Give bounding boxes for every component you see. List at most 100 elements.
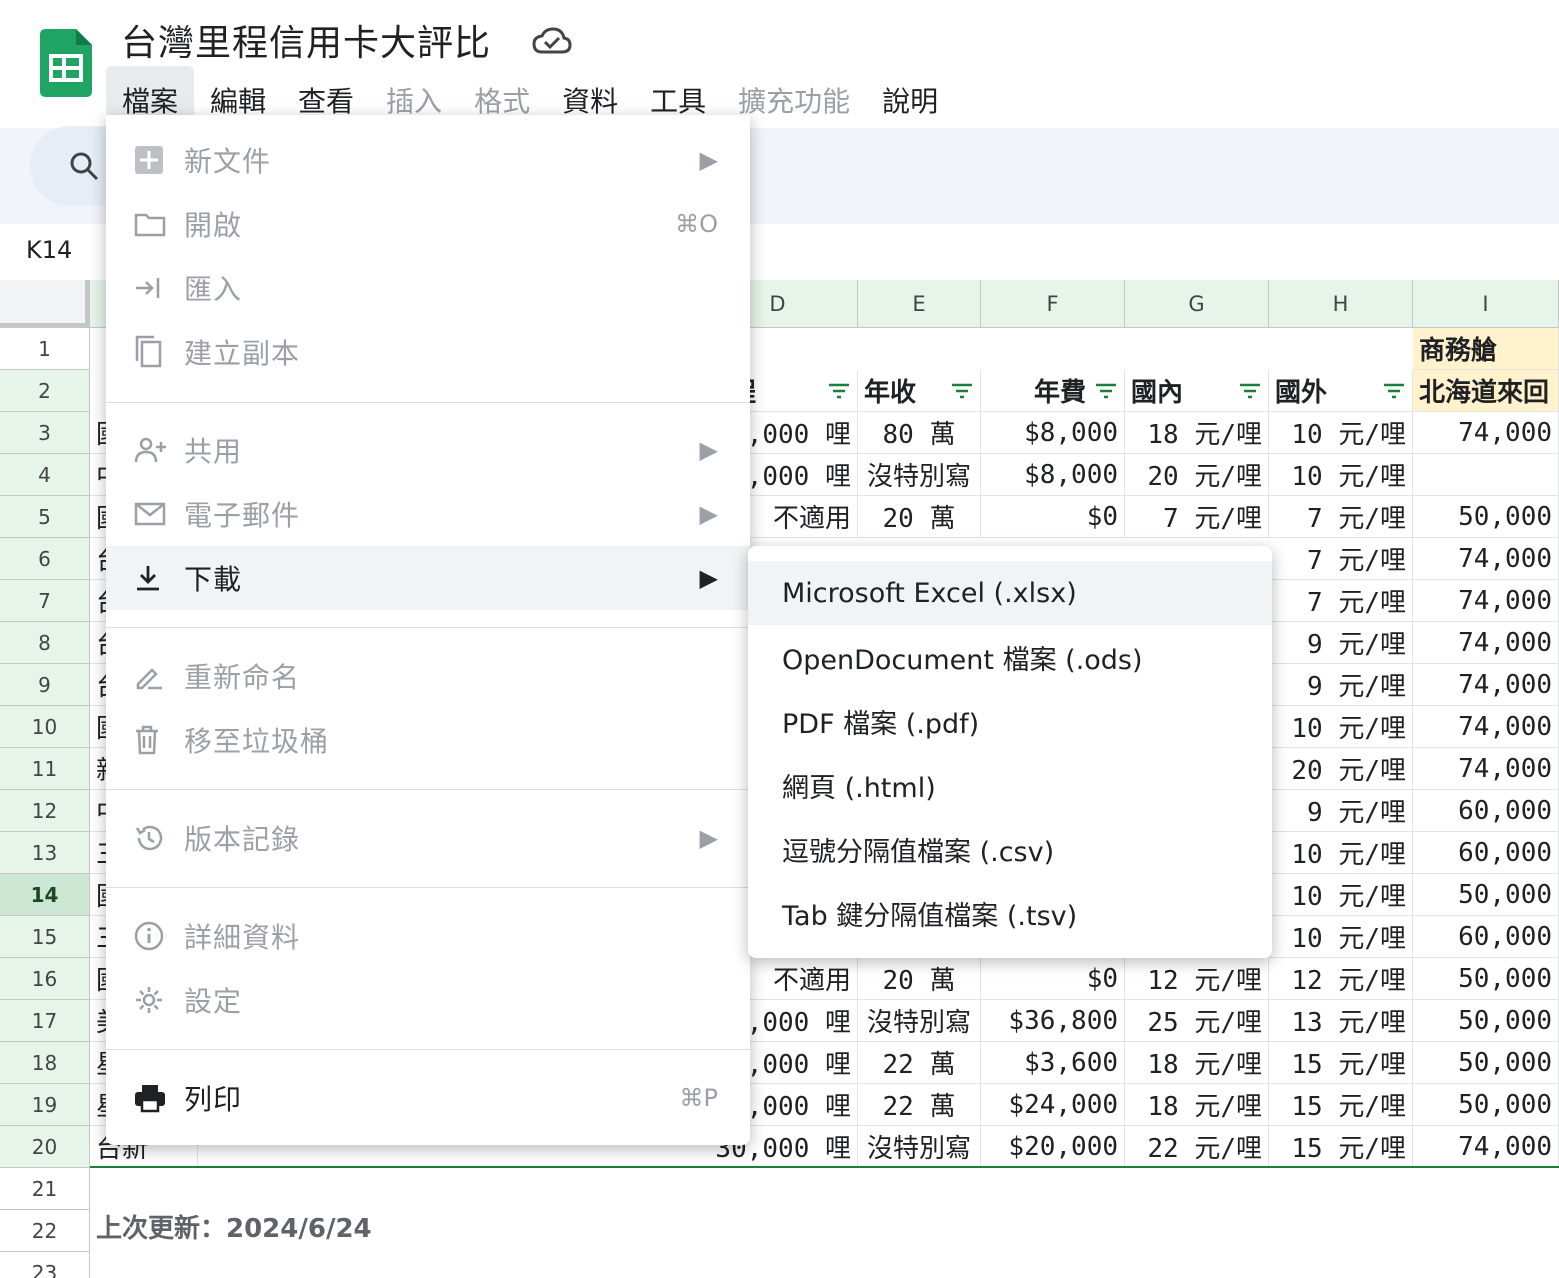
menu-item-email[interactable]: 電子郵件 ▶	[106, 482, 750, 546]
cell-i[interactable]: 50,000	[1413, 1042, 1559, 1084]
cell-h[interactable]: 10 元/哩	[1269, 706, 1413, 748]
cell-h[interactable]: 10 元/哩	[1269, 832, 1413, 874]
cell-header-annual-fee[interactable]: 年費	[981, 370, 1125, 412]
cell-e[interactable]: 22 萬	[858, 1084, 981, 1126]
cell-f[interactable]: $3,600	[981, 1042, 1125, 1084]
cell-e[interactable]: 20 萬	[858, 958, 981, 1000]
menu-item-download[interactable]: 下載 ▶	[106, 546, 750, 610]
cell-i[interactable]: 74,000	[1413, 664, 1559, 706]
cell-g[interactable]: 18 元/哩	[1125, 1042, 1269, 1084]
cell-f[interactable]: $0	[981, 958, 1125, 1000]
cell-i[interactable]: 74,000	[1413, 748, 1559, 790]
row-header[interactable]: 3	[0, 412, 90, 454]
cell-h[interactable]: 10 元/哩	[1269, 874, 1413, 916]
cell-f[interactable]: $8,000	[981, 412, 1125, 454]
cell-e[interactable]: 沒特別寫	[858, 1126, 981, 1168]
row-header[interactable]: 15	[0, 916, 90, 958]
cell-header-hokkaido[interactable]: 北海道來回	[1413, 370, 1559, 412]
cell-header-income[interactable]: 年收	[858, 370, 981, 412]
cell-h[interactable]: 10 元/哩	[1269, 916, 1413, 958]
row-header[interactable]: 6	[0, 538, 90, 580]
row-header[interactable]: 9	[0, 664, 90, 706]
cell-g[interactable]: 25 元/哩	[1125, 1000, 1269, 1042]
cell-i[interactable]: 60,000	[1413, 916, 1559, 958]
document-title[interactable]: 台灣里程信用卡大評比	[121, 14, 491, 66]
cell-i[interactable]: 50,000	[1413, 1084, 1559, 1126]
cell-e[interactable]: 22 萬	[858, 1042, 981, 1084]
name-box[interactable]: K14	[26, 236, 72, 264]
menu-item-print[interactable]: 列印 ⌘P	[106, 1066, 750, 1130]
row-header[interactable]: 4	[0, 454, 90, 496]
cell-g[interactable]: 12 元/哩	[1125, 958, 1269, 1000]
cell-g[interactable]: 7 元/哩	[1125, 496, 1269, 538]
cell-i[interactable]: 74,000	[1413, 580, 1559, 622]
cell-g[interactable]: 22 元/哩	[1125, 1126, 1269, 1168]
menu-item-rename[interactable]: 重新命名	[106, 644, 750, 708]
cell-h[interactable]: 7 元/哩	[1269, 580, 1413, 622]
cell-h[interactable]: 20 元/哩	[1269, 748, 1413, 790]
row-header[interactable]: 12	[0, 790, 90, 832]
cell-e[interactable]: 沒特別寫	[858, 454, 981, 496]
cell-f[interactable]: $8,000	[981, 454, 1125, 496]
cell-g[interactable]: 18 元/哩	[1125, 1084, 1269, 1126]
cell-e[interactable]: 20 萬	[858, 496, 981, 538]
row-header[interactable]: 21	[0, 1168, 90, 1210]
column-header-i[interactable]: I	[1413, 280, 1559, 328]
menu-item-settings[interactable]: 設定	[106, 968, 750, 1032]
cell-i[interactable]	[1413, 454, 1559, 496]
cell-i[interactable]: 60,000	[1413, 790, 1559, 832]
row-header[interactable]: 2	[0, 370, 90, 412]
cell-h[interactable]: 9 元/哩	[1269, 790, 1413, 832]
row-header[interactable]: 18	[0, 1042, 90, 1084]
download-csv[interactable]: 逗號分隔值檔案 (.csv)	[748, 817, 1272, 881]
cell-header-business-class[interactable]: 商務艙	[1413, 328, 1559, 370]
cell-h[interactable]: 15 元/哩	[1269, 1042, 1413, 1084]
column-header-g[interactable]: G	[1125, 280, 1269, 328]
menu-item-details[interactable]: 詳細資料	[106, 904, 750, 968]
cell-f[interactable]: $0	[981, 496, 1125, 538]
cell-i[interactable]: 50,000	[1413, 1000, 1559, 1042]
download-tsv[interactable]: Tab 鍵分隔值檔案 (.tsv)	[748, 881, 1272, 945]
menu-item-new[interactable]: 新文件 ▶	[106, 128, 750, 192]
row-header[interactable]: 22	[0, 1210, 90, 1252]
cell-h[interactable]: 7 元/哩	[1269, 496, 1413, 538]
cell-i[interactable]: 50,000	[1413, 958, 1559, 1000]
menu-item-share[interactable]: 共用 ▶	[106, 418, 750, 482]
cell-i[interactable]: 50,000	[1413, 874, 1559, 916]
download-xlsx[interactable]: Microsoft Excel (.xlsx)	[748, 561, 1272, 625]
menu-item-trash[interactable]: 移至垃圾桶	[106, 708, 750, 772]
menu-item-make-copy[interactable]: 建立副本	[106, 320, 750, 384]
row-header[interactable]: 20	[0, 1126, 90, 1168]
filter-icon[interactable]	[1382, 382, 1406, 400]
row-header[interactable]: 10	[0, 706, 90, 748]
cell-e[interactable]: 沒特別寫	[858, 1000, 981, 1042]
row-header[interactable]: 1	[0, 328, 90, 370]
cell-i[interactable]: 60,000	[1413, 832, 1559, 874]
filter-icon[interactable]	[1238, 382, 1262, 400]
cell-i[interactable]: 74,000	[1413, 622, 1559, 664]
cell-i[interactable]: 74,000	[1413, 706, 1559, 748]
cell-h[interactable]: 9 元/哩	[1269, 622, 1413, 664]
column-header-e[interactable]: E	[858, 280, 981, 328]
cell-header-domestic[interactable]: 國內	[1125, 370, 1269, 412]
cell-header-overseas[interactable]: 國外	[1269, 370, 1413, 412]
row-header[interactable]: 13	[0, 832, 90, 874]
cell-h[interactable]: 10 元/哩	[1269, 412, 1413, 454]
row-header[interactable]: 17	[0, 1000, 90, 1042]
menu-help[interactable]: 說明	[866, 66, 954, 128]
menu-item-open[interactable]: 開啟 ⌘O	[106, 192, 750, 256]
cell-i[interactable]: 74,000	[1413, 412, 1559, 454]
cell-h[interactable]: 7 元/哩	[1269, 538, 1413, 580]
cell-f[interactable]: $36,800	[981, 1000, 1125, 1042]
filter-icon[interactable]	[827, 382, 851, 400]
filter-icon[interactable]	[1094, 382, 1118, 400]
row-header[interactable]: 8	[0, 622, 90, 664]
menu-item-import[interactable]: 匯入	[106, 256, 750, 320]
row-header[interactable]: 11	[0, 748, 90, 790]
cell-h[interactable]: 9 元/哩	[1269, 664, 1413, 706]
cell-i[interactable]: 50,000	[1413, 496, 1559, 538]
sheets-logo-icon[interactable]	[40, 29, 92, 97]
cell-h[interactable]: 15 元/哩	[1269, 1126, 1413, 1168]
cell-h[interactable]: 10 元/哩	[1269, 454, 1413, 496]
row-header[interactable]: 16	[0, 958, 90, 1000]
